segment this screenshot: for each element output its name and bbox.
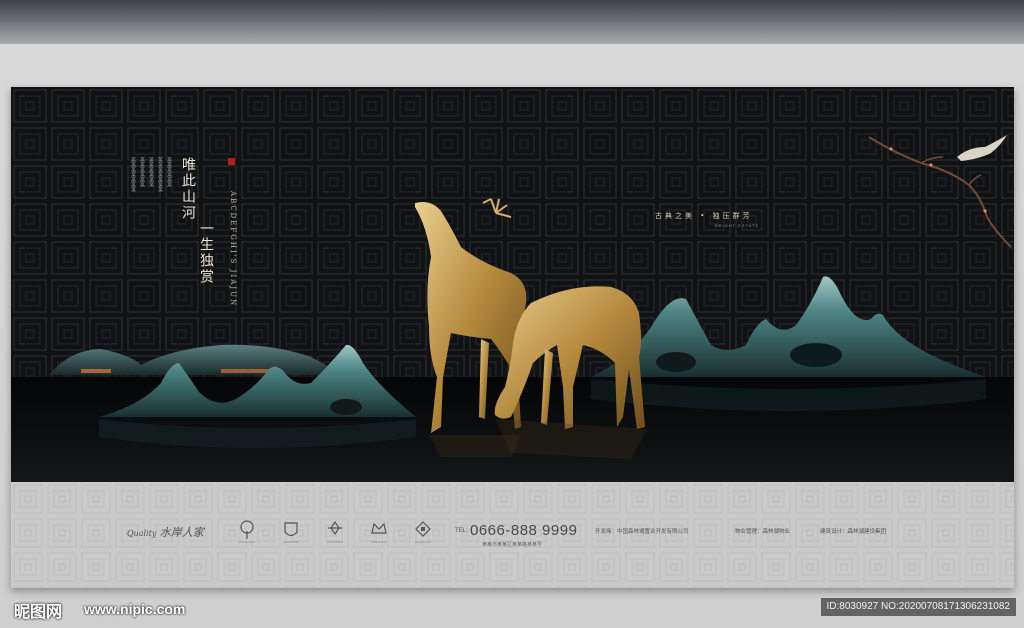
- watermark-id: ID:8030927 NO:20200708171306231082: [820, 598, 1016, 616]
- english-vertical-title: ABCDEFGHI'S JIAJUN: [229, 191, 237, 308]
- developer-name: 中国森林湖置业开发有限公司: [617, 529, 689, 535]
- small-vertical-text-3: 某某某某某某: [148, 157, 154, 187]
- phone-number: 0666-888 9999: [470, 522, 578, 539]
- property-name: 森林湖物业: [762, 529, 791, 535]
- brand-logo: Quality 水岸人家: [127, 524, 204, 540]
- brand-script: Quality: [127, 529, 157, 538]
- developer-info: 开发商：中国森林湖置业开发有限公司: [595, 527, 689, 535]
- address-text: 某某市某某区某某路某某号: [482, 542, 543, 548]
- builder-label: 建筑设计：: [820, 529, 848, 535]
- small-vertical-text-2: 某某某某某某: [139, 157, 145, 187]
- small-vertical-text-5: 某某某某某某: [166, 157, 172, 187]
- tel-label: TEL:: [455, 528, 468, 534]
- branch-with-bird: [868, 135, 1012, 248]
- property-info: 物业管理：森林湖物业: [735, 527, 790, 535]
- red-seal-icon: [228, 158, 235, 165]
- property-label: 物业管理：: [735, 529, 763, 535]
- developer-label: 开发商：: [595, 529, 618, 535]
- main-title-right: 唯此山河: [180, 157, 196, 221]
- main-title-left: 一生独赏: [198, 221, 214, 285]
- brand-name: 水岸人家: [159, 526, 204, 539]
- bird-icon: [957, 135, 1007, 161]
- crest-logo-icon: [283, 522, 299, 543]
- tree-logo-icon: [239, 520, 255, 543]
- builder-info: 建筑设计：森林湖建设集团: [820, 527, 886, 535]
- small-vertical-text-1: 某某某某某某某: [130, 157, 136, 192]
- small-vertical-text-4: 某某某某某某某: [157, 157, 163, 192]
- sky-background: [0, 0, 1024, 44]
- tagline-sub: BRIGHT ESTATE: [715, 223, 760, 228]
- builder-name: 森林湖建设集团: [847, 529, 887, 535]
- ornament-logo-icon: [327, 520, 343, 543]
- crown-logo-icon: [371, 522, 387, 543]
- watermark-site-name: 昵图网: [14, 604, 63, 621]
- tagline: 古典之美 • 独压群芳: [655, 212, 753, 220]
- poster-dark-area: 唯此山河 一生独赏 ABCDEFGHI'S JIAJUN 某某某某某某某 某某某…: [11, 87, 1014, 482]
- watermark-url[interactable]: www.nipic.com: [84, 601, 185, 617]
- diamond-logo-icon: [415, 521, 431, 543]
